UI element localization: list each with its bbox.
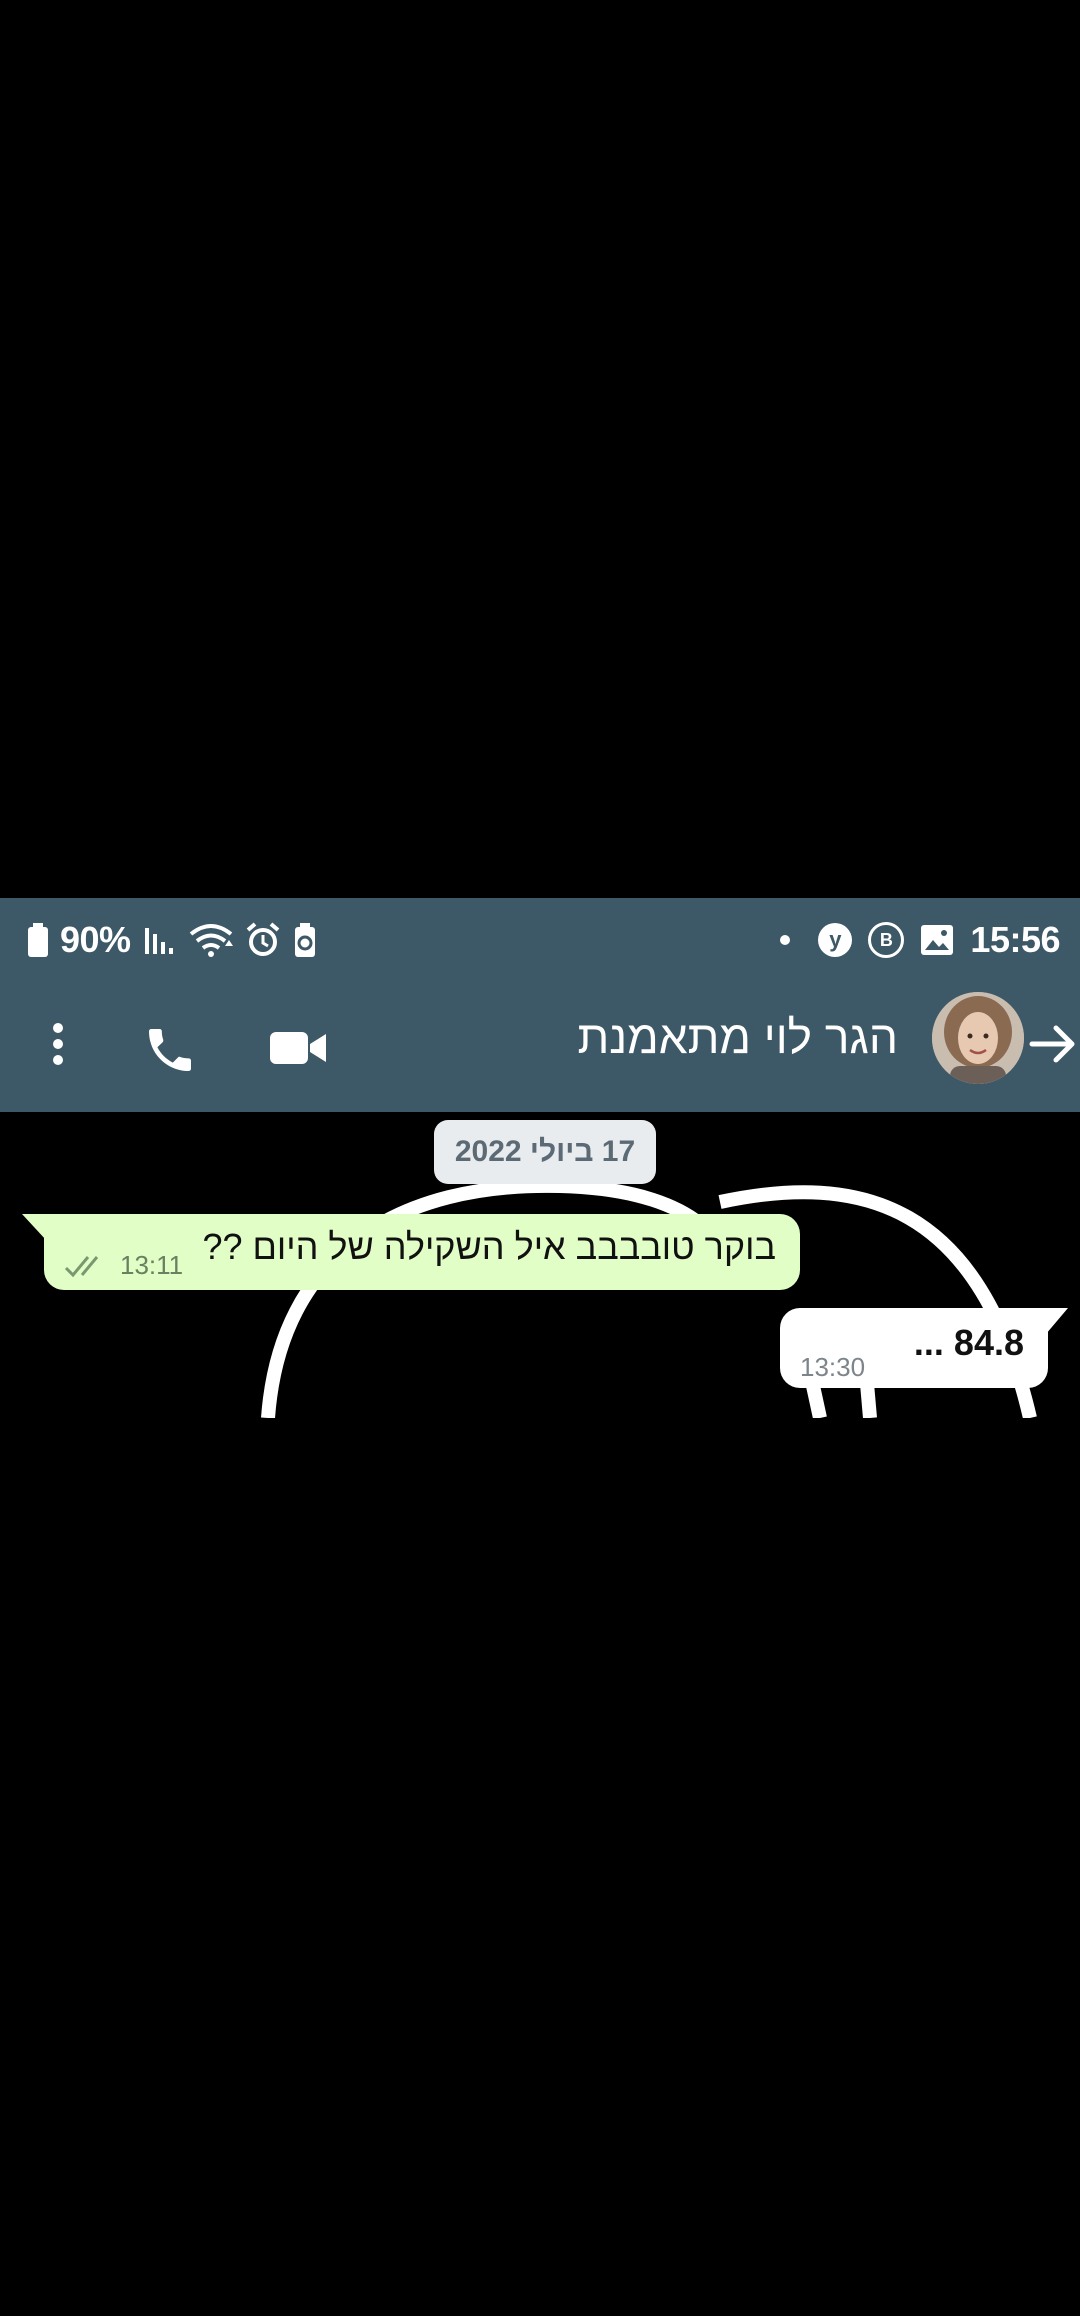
incoming-message[interactable]: 84.8 ... 13:30 xyxy=(780,1308,1068,1388)
avatar[interactable] xyxy=(932,992,1024,1084)
phone-call-icon[interactable] xyxy=(142,1022,198,1078)
gallery-icon xyxy=(920,924,954,956)
battery-icon xyxy=(28,923,48,957)
more-options-icon[interactable] xyxy=(40,1022,76,1072)
wifi-icon xyxy=(189,922,233,958)
message-text: בוקר טובבבב איל השקילה של היום ?? xyxy=(202,1226,776,1267)
message-time: 13:11 xyxy=(120,1250,184,1280)
chat-messages-area[interactable]: 17 ביולי 2022 בוקר טובבבב איל השקילה של … xyxy=(0,1112,1080,1418)
status-left-group: 90% xyxy=(28,914,317,966)
message-time: 13:30 xyxy=(800,1352,866,1382)
alarm-icon xyxy=(245,922,281,958)
contact-name[interactable]: הגר לוי מתאמנת xyxy=(577,1010,898,1064)
status-bar: 90% y B 15:56 xyxy=(0,898,1080,982)
yahoo-icon: y xyxy=(818,923,853,957)
battery-saver-icon xyxy=(293,923,317,957)
message-text: 84.8 ... xyxy=(913,1322,1024,1363)
notification-dot-icon xyxy=(780,935,791,945)
b-app-icon: B xyxy=(868,922,905,958)
battery-percentage: 90% xyxy=(60,919,131,960)
bubble-tail xyxy=(1046,1308,1068,1334)
whatsapp-chat-screen: 90% y B 15:56 הגר לוי מתאמנת 17 ביולי 20… xyxy=(0,898,1080,1418)
back-arrow-icon[interactable] xyxy=(1028,1018,1080,1070)
video-call-icon[interactable] xyxy=(268,1022,328,1074)
signal-icon xyxy=(143,924,177,956)
status-right-group: y B 15:56 xyxy=(780,914,1060,966)
date-separator: 17 ביולי 2022 xyxy=(434,1120,656,1184)
outgoing-message[interactable]: בוקר טובבבב איל השקילה של היום ?? 13:11 xyxy=(22,1214,800,1290)
double-check-icon xyxy=(64,1252,110,1280)
status-clock: 15:56 xyxy=(970,919,1060,960)
bubble-tail xyxy=(22,1214,46,1240)
chat-header: הגר לוי מתאמנת xyxy=(0,982,1080,1112)
